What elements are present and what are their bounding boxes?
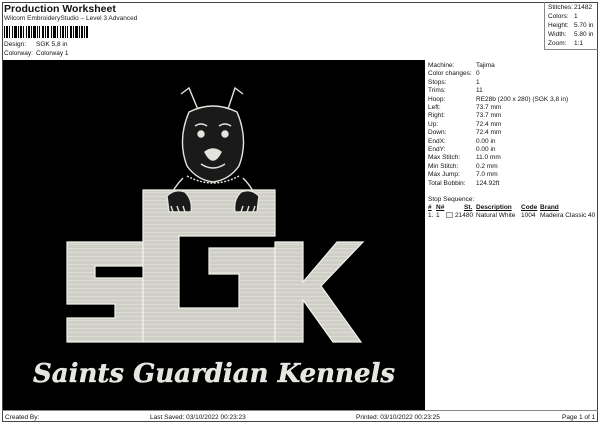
machine-info-label: EndX: xyxy=(428,137,446,145)
machine-info-label: Color changes: xyxy=(428,70,472,78)
machine-info-value: 7.0 mm xyxy=(476,171,498,179)
col-st: St. xyxy=(464,204,473,211)
col-description: Description xyxy=(476,204,512,211)
printed-date: Printed: 03/10/2022 00:23:25 xyxy=(356,414,440,421)
barcode xyxy=(4,26,88,38)
machine-info-row: Machine: Tajima xyxy=(428,62,495,69)
machine-info-value: 124.92ft xyxy=(476,179,500,187)
machine-info-label: Total Bobbin: xyxy=(428,179,466,187)
col-code: Code xyxy=(521,204,538,211)
machine-info-value: 0.00 in xyxy=(476,146,496,153)
col-brand: Brand xyxy=(540,204,559,211)
machine-info-row: EndY: 0.00 in xyxy=(428,146,496,153)
machine-info-label: Max Stitch: xyxy=(428,154,461,162)
machine-info-value: 73.7 mm xyxy=(476,112,502,120)
embroidery-artwork: Saints Guardian Kennels xyxy=(33,86,396,389)
design-name-row: Design: SGK 5,8 in xyxy=(4,41,67,48)
machine-info-value: 1 xyxy=(476,78,480,86)
width-label: Width: xyxy=(548,31,567,38)
stitches-value: 21482 xyxy=(574,4,593,11)
machine-info-label: Down: xyxy=(428,129,447,137)
machine-info-row: Hoop: RE28b (200 x 280) (SGK 3,8 in) xyxy=(428,96,568,103)
machine-info-value: 72.4 mm xyxy=(476,129,502,137)
colors-label: Colors: xyxy=(548,13,569,20)
col-num: # xyxy=(428,204,432,211)
colorway-row: Colorway: Colorway 1 xyxy=(4,50,69,57)
machine-info-row: Min Stitch: 0.2 mm xyxy=(428,163,498,170)
thread-swatch xyxy=(446,212,453,218)
machine-info-row: Right: 73.7 mm xyxy=(428,112,501,119)
machine-info-label: Min Stitch: xyxy=(428,162,459,170)
summary-box: Stitches:21482 Colors: 1 Height: 5.70 in W… xyxy=(544,2,598,50)
machine-info-value: 0.2 mm xyxy=(476,162,498,170)
machine-info-row: Stops: 1 xyxy=(428,79,480,86)
height-value: 5.70 in xyxy=(574,22,594,29)
design-name: SGK 5,8 in xyxy=(36,41,68,48)
colorway-label: Colorway: xyxy=(4,50,33,57)
design-label: Design: xyxy=(4,41,27,48)
machine-info-value: 11 xyxy=(476,87,483,95)
row-num: 1. xyxy=(428,212,434,219)
zoom-row: Zoom: 1:1 xyxy=(548,40,583,47)
machine-info-label: Max Jump: xyxy=(428,171,460,179)
zoom-label: Zoom: xyxy=(548,40,567,47)
machine-info-row: Up: 72.4 mm xyxy=(428,121,501,128)
letter-k-shape xyxy=(274,241,365,343)
row-n: 1 xyxy=(436,212,440,219)
row-stitches: 21480 xyxy=(455,212,474,219)
colors-value: 1 xyxy=(574,13,578,20)
row-brand: Madeira Classic 40 xyxy=(540,212,596,219)
colors-row: Colors: 1 xyxy=(548,13,578,20)
height-label: Height: xyxy=(548,22,569,29)
tagline-text: Saints Guardian Kennels xyxy=(33,359,395,389)
machine-info-row: Trims: 11 xyxy=(428,87,483,94)
stop-sequence-title: Stop Sequence: xyxy=(428,196,475,203)
machine-info-label: Right: xyxy=(428,112,445,120)
page-title: Production Worksheet xyxy=(4,3,116,15)
stitches-row: Stitches:21482 xyxy=(548,4,592,11)
machine-info-row: Max Stitch: 11.0 mm xyxy=(428,154,501,161)
last-saved: Last Saved: 03/10/2022 00:23:23 xyxy=(150,414,246,421)
machine-info-value: RE28b (200 x 280) (SGK 3,8 in) xyxy=(476,95,569,103)
zoom-value: 1:1 xyxy=(574,40,584,47)
design-preview: Saints Guardian Kennels xyxy=(3,60,425,410)
width-row: Width: 5.80 in xyxy=(548,31,594,38)
letter-g-shape xyxy=(142,189,276,343)
machine-info-value: 72.4 mm xyxy=(476,120,502,128)
machine-info-row: Left: 73.7 mm xyxy=(428,104,501,111)
machine-info-label: Machine: xyxy=(428,62,455,69)
machine-info-row: Max Jump: 7.0 mm xyxy=(428,171,498,178)
row-description: Natural White xyxy=(476,212,516,219)
machine-info-value: Tajima xyxy=(476,62,495,69)
machine-info-label: Up: xyxy=(428,120,439,128)
machine-info-row: Down: 72.4 mm xyxy=(428,129,501,136)
machine-info-label: Left: xyxy=(428,104,441,111)
machine-info-value: 0 xyxy=(476,70,480,78)
row-code: 1004 xyxy=(521,212,536,219)
machine-info-value: 73.7 mm xyxy=(476,104,502,111)
stitches-label: Stitches: xyxy=(548,4,573,11)
page-number: Page 1 of 1 xyxy=(562,414,596,421)
machine-info-label: Trims: xyxy=(428,87,446,95)
machine-info-label: Stops: xyxy=(428,78,447,86)
height-row: Height: 5.70 in xyxy=(548,22,594,29)
machine-info-label: EndY: xyxy=(428,146,446,153)
width-value: 5.80 in xyxy=(574,31,594,38)
created-by: Created By: xyxy=(5,414,40,421)
machine-info-row: Total Bobbin: 124.92ft xyxy=(428,180,500,187)
col-n: N# xyxy=(436,204,445,211)
software-subtitle: Wilcom EmbroideryStudio – Level 3 Advanc… xyxy=(4,15,138,22)
footer: Created By: Last Saved: 03/10/2022 00:23… xyxy=(2,410,598,422)
colorway-value: Colorway 1 xyxy=(36,50,69,57)
machine-info-value: 0.00 in xyxy=(476,137,496,145)
letter-s-shape xyxy=(66,241,144,343)
machine-info-row: Color changes: 0 xyxy=(428,70,480,77)
machine-info-value: 11.0 mm xyxy=(476,154,501,162)
machine-info-row: EndX: 0.00 in xyxy=(428,138,496,145)
machine-info-label: Hoop: xyxy=(428,95,446,103)
